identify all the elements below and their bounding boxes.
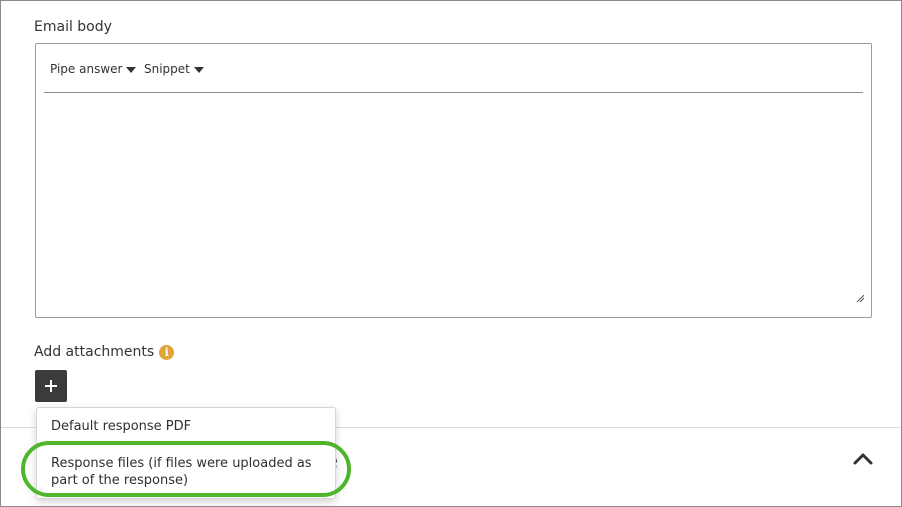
editor-toolbar: Pipe answer Snippet [44, 44, 863, 93]
resize-handle-icon[interactable] [856, 294, 864, 302]
caret-down-icon [193, 66, 204, 73]
pipe-answer-label: Pipe answer [50, 62, 123, 76]
add-attachment-button[interactable] [35, 370, 67, 402]
email-body-label: Email body [34, 19, 112, 35]
modal-frame: Email body Pipe answer Snippet Add attac… [0, 0, 902, 507]
snippet-label: Snippet [144, 62, 190, 76]
caret-down-icon [126, 66, 137, 73]
menu-item-default-response-pdf[interactable]: Default response PDF [51, 418, 321, 435]
highlight-annotation [21, 441, 351, 497]
chevron-up-icon[interactable] [852, 450, 874, 466]
add-attachments-label: Add attachments i [34, 344, 175, 360]
add-attachments-text: Add attachments [34, 344, 155, 360]
email-body-editor[interactable]: Pipe answer Snippet [35, 43, 872, 318]
plus-icon [45, 380, 57, 392]
snippet-dropdown[interactable]: Snippet [144, 62, 204, 76]
info-icon[interactable]: i [159, 344, 175, 360]
pipe-answer-dropdown[interactable]: Pipe answer [50, 62, 137, 76]
